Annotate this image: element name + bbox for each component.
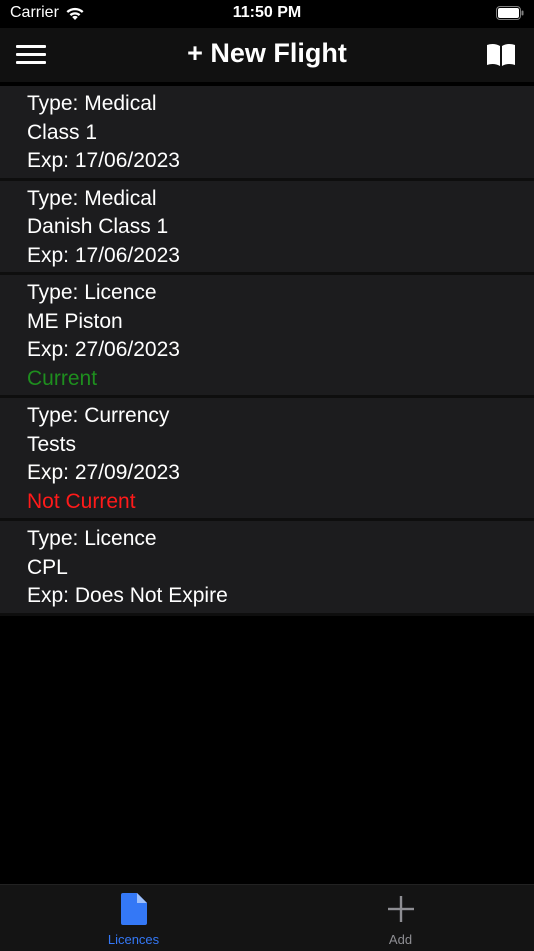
item-type: Type: Licence (27, 527, 157, 550)
status-time: 11:50 PM (232, 4, 302, 21)
item-type: Type: Medical (27, 186, 157, 210)
item-expiry: Exp: Does Not Expire (27, 584, 228, 607)
item-name: ME Piston (27, 309, 123, 333)
tab-add-label: Add (388, 932, 413, 947)
battery-icon (496, 6, 524, 20)
tab-bar: Licences Add (0, 884, 534, 951)
tab-add[interactable]: Add (267, 885, 534, 951)
item-status-not-current: Not Current (27, 489, 136, 513)
item-name: Tests (27, 432, 77, 456)
licence-list: Type: Medical Class 1 Exp: 17/06/2023 Ty… (0, 86, 534, 616)
item-type: Type: Licence (27, 281, 157, 304)
new-flight-button[interactable]: + New Flight (167, 38, 367, 69)
item-name: Danish Class 1 (27, 215, 169, 238)
list-item[interactable]: Type: Medical Danish Class 1 Exp: 17/06/… (0, 180, 534, 275)
book-icon[interactable] (486, 42, 516, 68)
item-type: Type: Medical (27, 92, 157, 115)
item-expiry: Exp: 17/06/2023 (27, 243, 180, 267)
item-name: CPL (27, 555, 68, 579)
list-item[interactable]: Type: Currency Tests Exp: 27/09/2023 Not… (0, 398, 534, 521)
list-item[interactable]: Type: Licence ME Piston Exp: 27/06/2023 … (0, 275, 534, 398)
item-status-current: Current (27, 366, 98, 390)
list-item[interactable]: Type: Licence CPL Exp: Does Not Expire (0, 521, 534, 616)
item-expiry: Exp: 27/09/2023 (27, 461, 180, 484)
document-icon (120, 893, 147, 925)
hamburger-menu-icon[interactable] (14, 40, 48, 70)
item-expiry: Exp: 17/06/2023 (27, 149, 180, 172)
navigation-bar: + New Flight (0, 28, 534, 82)
item-name: Class 1 (27, 120, 98, 144)
tab-licences-label: Licences (107, 932, 160, 947)
item-expiry: Exp: 27/06/2023 (27, 338, 180, 361)
list-item[interactable]: Type: Medical Class 1 Exp: 17/06/2023 (0, 86, 534, 181)
status-bar: Carrier 11:50 PM (0, 0, 534, 28)
item-type: Type: Currency (27, 404, 170, 427)
tab-licences[interactable]: Licences (0, 885, 267, 951)
plus-icon (387, 896, 414, 922)
